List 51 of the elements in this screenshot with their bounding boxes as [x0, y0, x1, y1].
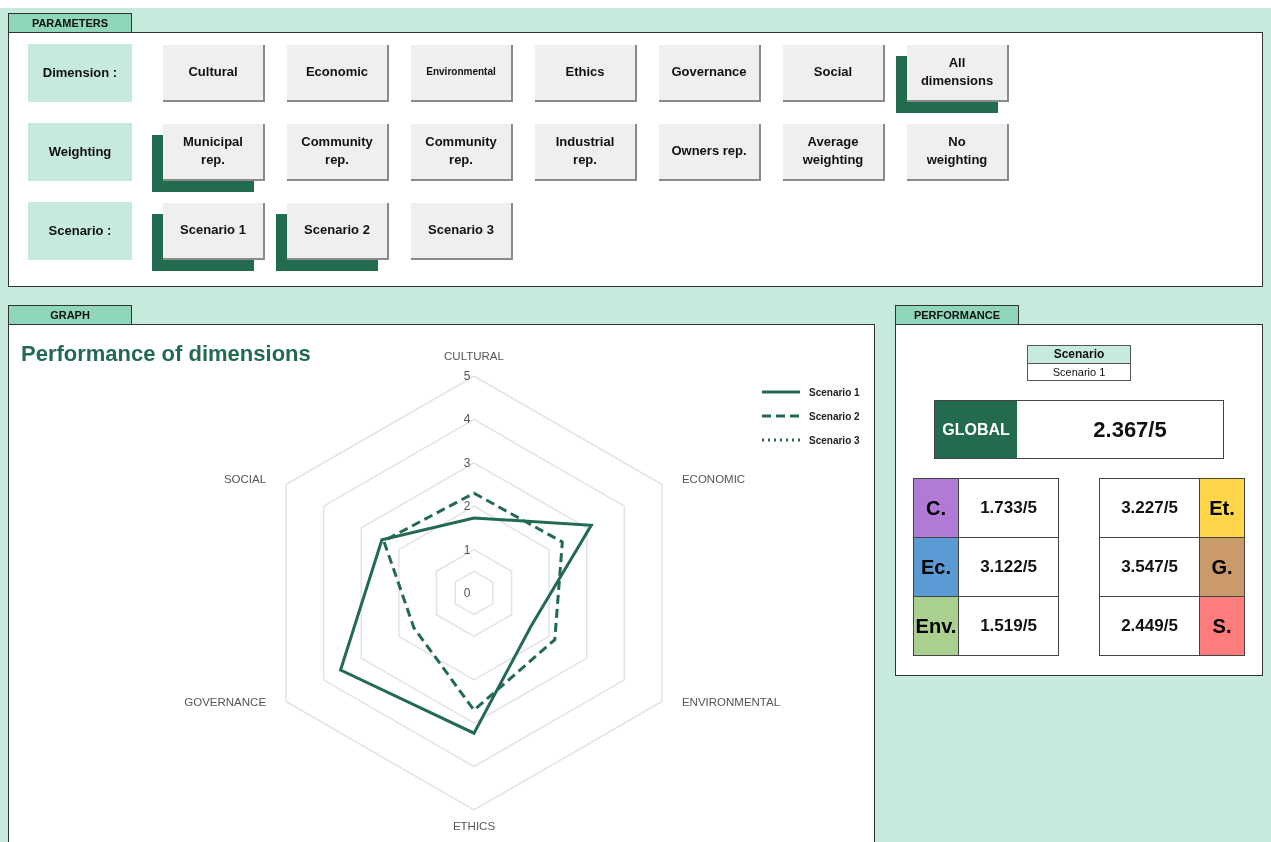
score-value-cell-text: 1.519/5 — [979, 615, 1038, 638]
global-label: GLOBAL — [935, 401, 1017, 458]
row-label: Dimension : — [28, 44, 132, 102]
option-button[interactable]: Owners rep. — [659, 123, 761, 181]
option-button[interactable]: Economic — [287, 44, 389, 102]
option-button[interactable]: Industrial rep. — [535, 123, 637, 181]
option-button[interactable]: Average weighting — [783, 123, 885, 181]
option-button[interactable]: Governance — [659, 44, 761, 102]
option-button[interactable]: Ethics — [535, 44, 637, 102]
legend-label: Scenario 1 — [809, 387, 860, 398]
axis-tick-label: 2 — [463, 499, 471, 514]
legend-label: Scenario 2 — [809, 411, 860, 422]
option-button[interactable]: Community rep. — [411, 123, 513, 181]
option-button[interactable]: Community rep. — [287, 123, 389, 181]
row-label: Scenario : — [28, 202, 132, 260]
axis-tick-label: 4 — [463, 412, 471, 427]
axis-tick-label: 5 — [463, 369, 471, 383]
option-button[interactable]: No weighting — [907, 123, 1009, 181]
dimension-label-cell: G. — [1200, 538, 1244, 596]
axis-tick-label: 1 — [463, 542, 471, 557]
option-button[interactable]: Cultural — [163, 44, 265, 102]
dimension-label-cell: S. — [1200, 597, 1244, 655]
axis-category-label: ENVIRONMENTAL — [681, 695, 781, 708]
axis-category-label: GOVERNANCE — [184, 695, 267, 708]
dimension-label-cell: Env. — [914, 597, 958, 655]
option-button[interactable]: Environmental — [411, 44, 513, 102]
scenario-header: Scenario — [1028, 346, 1130, 364]
scenario-value: Scenario 1 — [1051, 365, 1107, 380]
legend-label: Scenario 3 — [809, 435, 860, 446]
legend-line-icon — [762, 438, 800, 442]
dimension-label-cell: Et. — [1200, 479, 1244, 537]
axis-category-label: ETHICS — [452, 820, 496, 832]
axis-tick-label: 3 — [463, 455, 471, 470]
dimension-label-cell: C. — [914, 479, 958, 537]
global-score: 2.367/5 — [1092, 416, 1168, 444]
score-value-cell-text: 3.227/5 — [1120, 497, 1179, 520]
option-button[interactable]: Scenario 3 — [411, 202, 513, 260]
legend-line-icon — [762, 390, 800, 394]
axis-category-label: CULTURAL — [444, 350, 504, 362]
axis-category-label: ECONOMIC — [681, 472, 746, 485]
score-value-cell-text: 3.122/5 — [979, 556, 1038, 579]
legend-line-icon — [762, 414, 800, 418]
score-value-cell-text: 1.733/5 — [979, 497, 1038, 520]
score-value-cell-text: 3.547/5 — [1120, 556, 1179, 579]
axis-category-label: SOCIAL — [223, 472, 267, 485]
score-value-cell-text: 2.449/5 — [1120, 615, 1179, 638]
option-button[interactable]: Social — [783, 44, 885, 102]
row-label: Weighting — [28, 123, 132, 181]
dimension-label-cell: Ec. — [914, 538, 958, 596]
axis-tick-label: 0 — [463, 586, 471, 600]
chart-title: Performance of dimensions — [21, 340, 311, 368]
